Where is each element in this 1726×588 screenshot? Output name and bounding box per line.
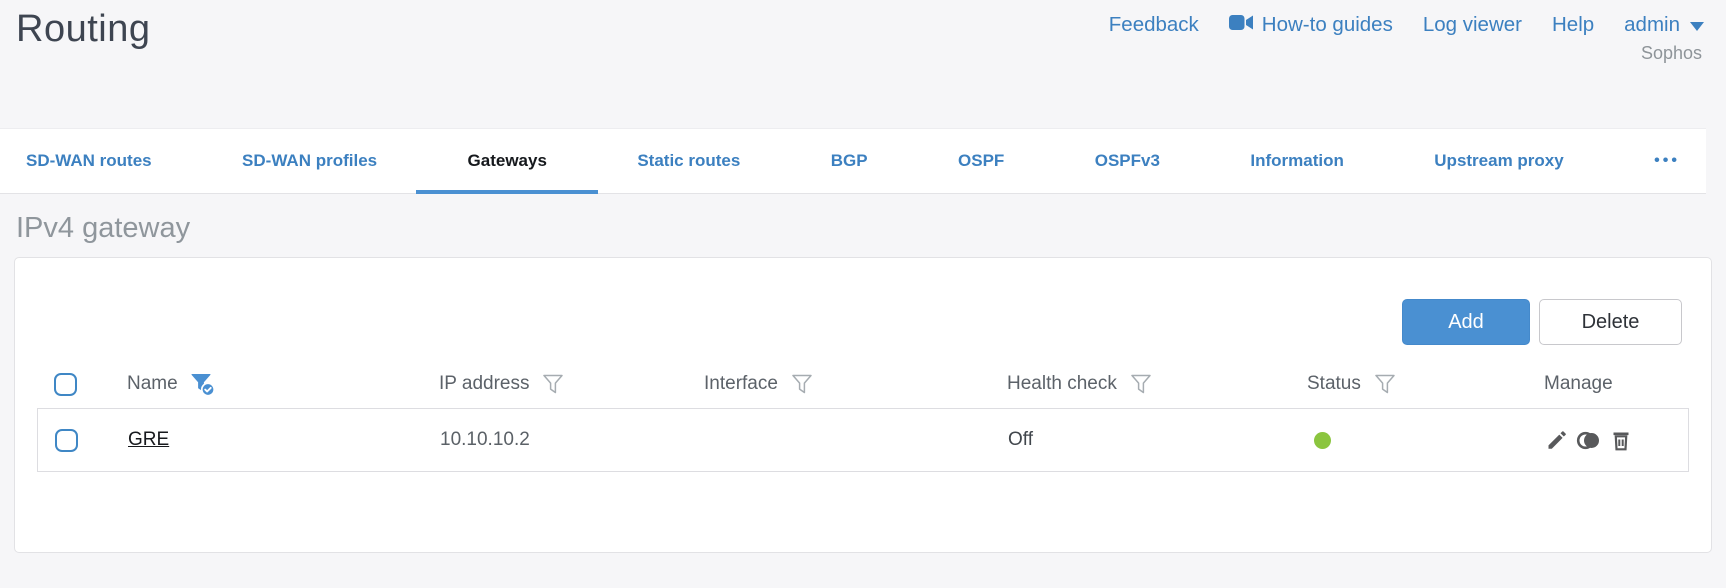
delete-button[interactable]: Delete — [1539, 299, 1682, 345]
tab-ospf[interactable]: OSPF — [958, 129, 1004, 194]
column-header-name: Name — [127, 372, 439, 397]
table-header-row: Name IP address Interface Health check S… — [37, 360, 1689, 408]
routing-tabbar: SD-WAN routes SD-WAN profiles Gateways S… — [0, 128, 1706, 194]
filter-icon[interactable] — [1373, 372, 1397, 396]
brand-label: Sophos — [1640, 43, 1702, 63]
filter-active-icon[interactable] — [190, 372, 216, 397]
page-title: Routing — [16, 8, 151, 50]
select-all-checkbox[interactable] — [54, 372, 77, 396]
delete-trash-icon[interactable] — [1609, 428, 1633, 452]
column-header-ip-address: IP address — [439, 372, 704, 396]
tab-gateways[interactable]: Gateways — [468, 129, 547, 194]
tab-sd-wan-profiles[interactable]: SD-WAN profiles — [242, 129, 377, 194]
gateway-name-link[interactable]: GRE — [128, 429, 169, 450]
column-header-interface: Interface — [704, 372, 1007, 396]
name-cell: GRE — [128, 429, 440, 451]
header-right: Feedback How-to guides Log viewer Help a… — [1109, 8, 1704, 64]
header-checkbox-cell — [37, 372, 127, 396]
content-area: IPv4 gateway Add Delete Name IP address … — [0, 212, 1726, 553]
tab-sd-wan-routes[interactable]: SD-WAN routes — [26, 129, 152, 194]
column-header-manage: Manage — [1544, 373, 1613, 394]
add-button[interactable]: Add — [1402, 299, 1530, 345]
ip-address-cell: 10.10.10.2 — [440, 429, 530, 450]
status-green-dot — [1314, 431, 1331, 449]
health-check-cell: Off — [1008, 429, 1033, 450]
edit-pencil-icon[interactable] — [1545, 428, 1569, 452]
feedback-link[interactable]: Feedback — [1109, 13, 1199, 37]
help-link[interactable]: Help — [1552, 13, 1594, 37]
filter-icon[interactable] — [790, 372, 814, 396]
table-body: GRE 10.10.10.2 Off — [37, 408, 1689, 472]
manage-cell — [1545, 428, 1688, 452]
tab-overflow-menu[interactable]: ••• — [1654, 152, 1680, 170]
section-heading: IPv4 gateway — [16, 212, 191, 244]
tab-information[interactable]: Information — [1250, 129, 1344, 194]
table-row: GRE 10.10.10.2 Off — [38, 409, 1688, 471]
tab-bgp[interactable]: BGP — [831, 129, 868, 194]
row-checkbox[interactable] — [55, 428, 78, 452]
column-header-status: Status — [1307, 372, 1544, 396]
filter-icon[interactable] — [541, 372, 565, 396]
video-camera-icon — [1228, 13, 1254, 37]
clone-icon[interactable] — [1576, 428, 1602, 452]
tab-static-routes[interactable]: Static routes — [637, 129, 740, 194]
log-viewer-link[interactable]: Log viewer — [1423, 13, 1522, 37]
ipv4-gateway-panel: Add Delete Name IP address Interface Hea… — [14, 257, 1712, 553]
admin-menu[interactable]: admin — [1624, 13, 1704, 37]
table-toolbar: Add Delete — [15, 258, 1711, 345]
tab-upstream-proxy[interactable]: Upstream proxy — [1434, 129, 1563, 194]
howto-guides-link[interactable]: How-to guides — [1228, 13, 1393, 37]
row-checkbox-cell — [38, 428, 128, 452]
utility-nav: Feedback How-to guides Log viewer Help a… — [1109, 13, 1704, 37]
page-header: Routing Feedback How-to guides Log viewe… — [0, 0, 1726, 128]
column-header-health-check: Health check — [1007, 372, 1307, 396]
filter-icon[interactable] — [1129, 372, 1153, 396]
tab-ospfv3[interactable]: OSPFv3 — [1095, 129, 1160, 194]
chevron-down-icon — [1690, 22, 1704, 31]
status-cell — [1308, 431, 1545, 449]
